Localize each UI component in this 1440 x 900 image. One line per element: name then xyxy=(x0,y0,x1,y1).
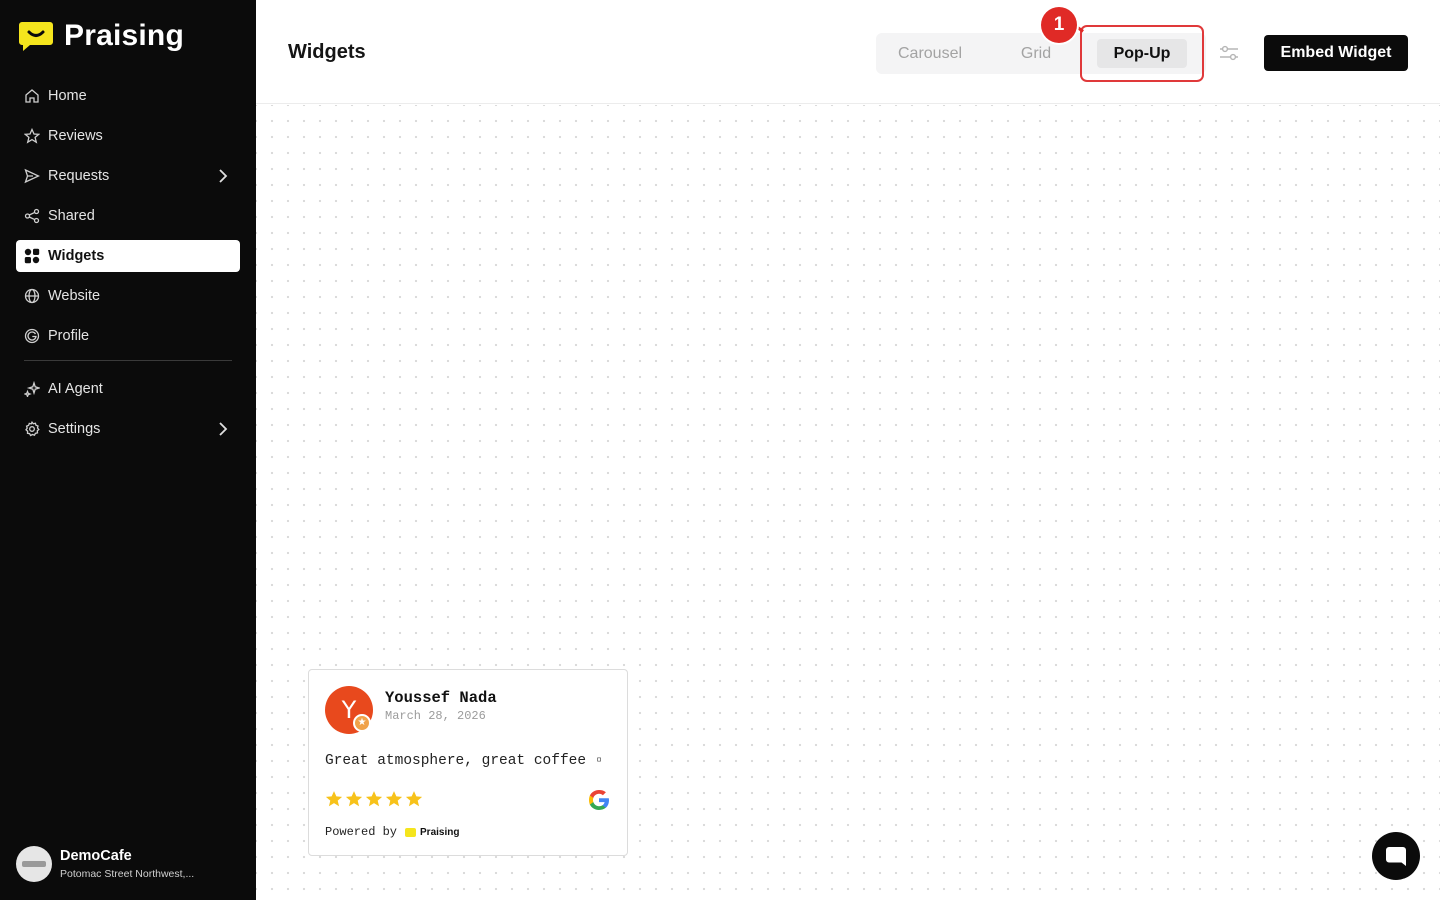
sidebar-divider xyxy=(24,360,232,361)
annotation-step-badge: 1 xyxy=(1041,7,1077,43)
google-icon xyxy=(589,790,609,810)
sidebar-item-label: Website xyxy=(48,288,101,304)
sidebar-item-settings[interactable]: Settings xyxy=(16,413,240,445)
sidebar-item-label: AI Agent xyxy=(48,381,103,397)
sidebar-item-label: Shared xyxy=(48,208,95,224)
brand-name: Praising xyxy=(64,19,184,52)
local-guide-star-icon: ★ xyxy=(353,714,371,732)
sliders-icon[interactable] xyxy=(1218,43,1240,63)
sidebar-item-label: Home xyxy=(48,88,87,104)
sidebar-item-label: Widgets xyxy=(48,248,105,264)
chevron-right-icon[interactable] xyxy=(216,421,230,437)
sidebar-item-label: Reviews xyxy=(48,128,103,144)
gear-icon xyxy=(24,421,40,437)
praising-logo-icon xyxy=(19,22,53,51)
send-icon xyxy=(24,168,40,184)
review-date: March 28, 2026 xyxy=(385,709,486,723)
chat-launcher-button[interactable] xyxy=(1372,832,1420,880)
avatar xyxy=(16,846,52,882)
google-g-icon xyxy=(24,328,40,344)
powered-by: Powered by Praising xyxy=(325,825,459,839)
chevron-right-icon[interactable] xyxy=(216,168,230,184)
brand-logo[interactable]: Praising xyxy=(18,19,184,53)
praising-logo-icon xyxy=(405,827,417,837)
annotation-highlight-box xyxy=(1080,25,1204,82)
widgets-icon xyxy=(24,248,40,264)
star-filled-icon xyxy=(365,791,383,807)
sidebar-item-home[interactable]: Home xyxy=(16,80,240,112)
star-filled-icon xyxy=(325,791,343,807)
sidebar-item-requests[interactable]: Requests xyxy=(16,160,240,192)
sidebar-item-label: Profile xyxy=(48,328,90,344)
star-filled-icon xyxy=(385,791,403,807)
powered-by-label: Powered by xyxy=(325,825,398,839)
praising-mini-logo[interactable]: Praising xyxy=(405,827,459,838)
tab-carousel[interactable]: Carousel xyxy=(878,39,982,68)
star-filled-icon xyxy=(345,791,363,807)
review-text: Great atmosphere, great coffee ▫ xyxy=(325,753,604,769)
sidebar-nav: Home Reviews Requests Shared Widgets Web… xyxy=(16,80,240,453)
chat-bubble-icon xyxy=(1386,847,1406,866)
sidebar-item-label: Requests xyxy=(48,168,110,184)
account-name: DemoCafe xyxy=(60,848,132,864)
account-switcher[interactable]: DemoCafe Potomac Street Northwest,... xyxy=(16,844,240,884)
star-filled-icon xyxy=(405,791,423,807)
account-address: Potomac Street Northwest,... xyxy=(60,868,195,880)
review-popup-card[interactable]: Y ★ Youssef Nada March 28, 2026 Great at… xyxy=(308,669,628,856)
sidebar-item-reviews[interactable]: Reviews xyxy=(16,120,240,152)
star-rating xyxy=(325,790,423,808)
page-title: Widgets xyxy=(288,41,366,63)
sidebar-item-website[interactable]: Website xyxy=(16,280,240,312)
reviewer-name: Youssef Nada xyxy=(385,689,497,707)
tab-grid[interactable]: Grid xyxy=(998,39,1074,68)
sparkle-icon xyxy=(24,381,40,397)
sidebar: Praising Home Reviews Requests Shared Wi… xyxy=(0,0,256,900)
sidebar-item-widgets[interactable]: Widgets xyxy=(16,240,240,272)
star-icon xyxy=(24,128,40,144)
home-icon xyxy=(24,88,40,104)
share-icon xyxy=(24,208,40,224)
sidebar-item-shared[interactable]: Shared xyxy=(16,200,240,232)
powered-brand: Praising xyxy=(420,826,460,838)
globe-icon xyxy=(24,288,40,304)
sidebar-item-label: Settings xyxy=(48,421,101,437)
sidebar-item-profile[interactable]: Profile xyxy=(16,320,240,352)
page-header: Widgets Carousel Grid Pop-Up 1 Embed Wid… xyxy=(256,0,1440,104)
embed-widget-button[interactable]: Embed Widget xyxy=(1264,35,1408,71)
sidebar-item-ai-agent[interactable]: AI Agent xyxy=(16,373,240,405)
